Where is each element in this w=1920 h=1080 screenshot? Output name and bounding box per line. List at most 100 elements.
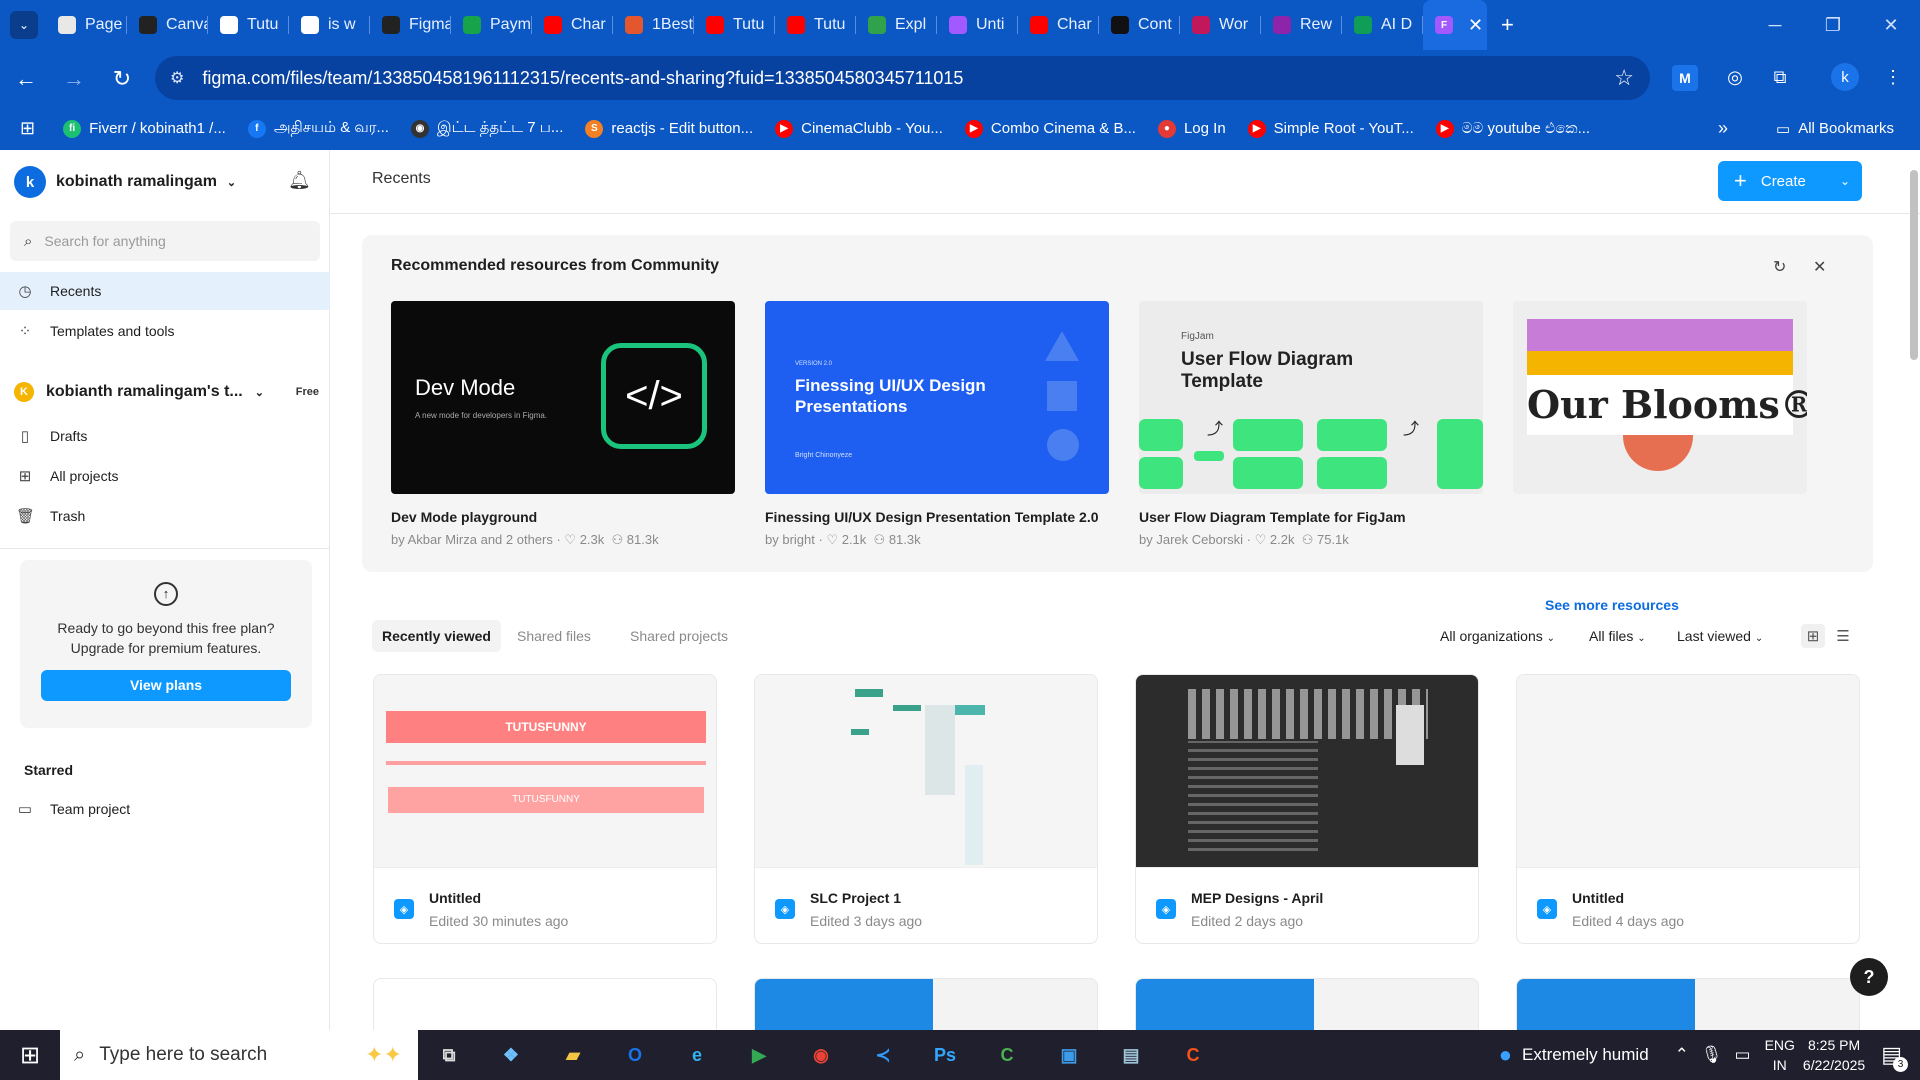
file-card[interactable]: ◈ SLC Project 1 Edited 3 days ago	[754, 674, 1098, 944]
red-app-icon[interactable]: C	[1162, 1030, 1224, 1080]
tab[interactable]: Payment	[451, 0, 532, 50]
bookmark-item[interactable]: ▶ Combo Cinema & B...	[964, 119, 1136, 138]
weather-widget[interactable]: ● Extremely humid	[1499, 1042, 1649, 1068]
all-bookmarks-button[interactable]: ▭ All Bookmarks	[1776, 120, 1894, 138]
tab[interactable]: Figma	[370, 0, 451, 50]
tab[interactable]: Unti	[937, 0, 1018, 50]
tab[interactable]: Page	[46, 0, 127, 50]
notifications-bell-icon[interactable]: 🔔︎	[288, 170, 311, 191]
resource-card[interactable]: FigJam User Flow Diagram Template ⤴ ⤴ Us…	[1139, 301, 1483, 548]
bookmark-item[interactable]: ▶ මම youtube එකෙ...	[1435, 119, 1590, 138]
restore-button[interactable]: ❐	[1804, 0, 1862, 50]
tab-recently-viewed[interactable]: Recently viewed	[372, 620, 501, 652]
tab[interactable]: Tutu	[694, 0, 775, 50]
resource-card[interactable]: Dev Mode A new mode for developers in Fi…	[391, 301, 735, 548]
file-explorer-icon[interactable]: ▰	[542, 1030, 604, 1080]
taskbar-search[interactable]: ⌕ Type here to search ✦✦	[60, 1030, 418, 1080]
tab[interactable]: Canva	[127, 0, 208, 50]
tab[interactable]: Wor	[1180, 0, 1261, 50]
profile-avatar[interactable]: k	[1831, 63, 1859, 91]
bookmark-item[interactable]: ● Log In	[1157, 119, 1226, 138]
scrollbar-thumb[interactable]	[1910, 170, 1918, 360]
file-card[interactable]	[1135, 978, 1479, 1030]
tab[interactable]: Tutu	[775, 0, 856, 50]
team-switcher[interactable]: K kobianth ramalingam's t... ⌄ Free	[14, 382, 319, 402]
play-icon[interactable]: ▶	[728, 1030, 790, 1080]
extension-m-icon[interactable]: M	[1672, 65, 1698, 91]
tab[interactable]: Char	[1018, 0, 1099, 50]
sidebar-item-team-project[interactable]: ▭ Team project	[0, 790, 330, 828]
tab-shared-projects[interactable]: Shared projects	[620, 620, 738, 652]
bookmark-item[interactable]: ◉ இட்ட த்தட்ட 7 ப...	[410, 119, 563, 138]
network-icon[interactable]: ▭	[1735, 1045, 1751, 1065]
search-input[interactable]: ⌕ Search for anything	[10, 221, 320, 261]
microphone-icon[interactable]: 🎙︎	[1701, 1045, 1723, 1065]
filter-sort[interactable]: Last viewed ⌄	[1677, 620, 1763, 652]
apps-grid-icon[interactable]: ⊞	[20, 118, 35, 139]
browser-menu-icon[interactable]: ⋮	[1876, 60, 1910, 94]
close-icon[interactable]: ✕	[1813, 257, 1826, 277]
file-card[interactable]	[1516, 978, 1860, 1030]
bookmarks-overflow-icon[interactable]: »	[1718, 118, 1728, 139]
resource-card[interactable]: Our Blooms®	[1513, 301, 1807, 494]
forward-button[interactable]: →	[52, 57, 96, 101]
file-card[interactable]	[754, 978, 1098, 1030]
reload-button[interactable]: ↻	[100, 57, 144, 101]
scrollbar[interactable]	[1905, 150, 1920, 1030]
bookmark-star-icon[interactable]: ☆	[1614, 65, 1634, 91]
sidebar-item-recents[interactable]: ◷ Recents	[0, 272, 330, 310]
file-card[interactable]: ◈ Untitled Edited 4 days ago	[1516, 674, 1860, 944]
tab-figma-active[interactable]: F ✕	[1423, 0, 1487, 50]
sidebar-item-trash[interactable]: 🗑︎ Trash	[0, 497, 330, 535]
create-button[interactable]: + Create ⌄	[1718, 161, 1862, 201]
outlook-icon[interactable]: O	[604, 1030, 666, 1080]
bookmark-item[interactable]: ▶ CinemaClubb - You...	[775, 119, 943, 138]
refresh-icon[interactable]: ↻	[1773, 257, 1786, 277]
filter-files[interactable]: All files ⌄	[1589, 620, 1646, 652]
resource-card[interactable]: VERSION 2.0 Finessing UI/UX Design Prese…	[765, 301, 1109, 548]
minimize-button[interactable]: ─	[1746, 0, 1804, 50]
edge-icon[interactable]: e	[666, 1030, 728, 1080]
green-app-icon[interactable]: C	[976, 1030, 1038, 1080]
tab[interactable]: Tutu	[208, 0, 289, 50]
chrome-icon[interactable]: ◉	[790, 1030, 852, 1080]
bookmark-item[interactable]: Sreactjs - Edit button...	[585, 119, 753, 138]
notes-app-icon[interactable]: ▤	[1100, 1030, 1162, 1080]
extensions-puzzle-icon[interactable]: ⧉	[1763, 60, 1797, 94]
tab[interactable]: Char	[532, 0, 613, 50]
tab-search-chevron-icon[interactable]: ⌄	[10, 11, 38, 39]
bookmark-item[interactable]: fi Fiverr / kobinath1 /...	[63, 119, 226, 138]
chevron-up-icon[interactable]: ⌃	[1675, 1045, 1689, 1065]
grid-view-icon[interactable]: ⊞	[1801, 624, 1825, 648]
tab[interactable]: Cont	[1099, 0, 1180, 50]
file-card[interactable]: TUTUSFUNNY TUTUSFUNNY ◈ Untitled Edited …	[373, 674, 717, 944]
new-tab-button[interactable]: +	[1501, 12, 1514, 38]
tab-shared-files[interactable]: Shared files	[507, 620, 601, 652]
notifications-icon[interactable]: ▤ 3	[1881, 1042, 1908, 1072]
windows-start-icon[interactable]: ⊞	[0, 1030, 60, 1080]
close-tab-icon[interactable]: ✕	[1468, 15, 1483, 36]
file-card[interactable]: ◈ MEP Designs - April Edited 2 days ago	[1135, 674, 1479, 944]
photoshop-icon[interactable]: Ps	[914, 1030, 976, 1080]
user-menu[interactable]: k kobinath ramalingam ⌄	[14, 166, 236, 198]
bookmark-item[interactable]: ▶ Simple Root - YouT...	[1247, 119, 1414, 138]
bookmark-item[interactable]: f அதிசயம் & வர...	[247, 119, 389, 138]
language-indicator[interactable]: ENG IN	[1765, 1035, 1795, 1075]
filter-organizations[interactable]: All organizations ⌄	[1440, 620, 1555, 652]
sidebar-item-templates[interactable]: ⁘ Templates and tools	[0, 312, 330, 350]
help-button[interactable]: ?	[1850, 958, 1888, 996]
see-more-resources-link[interactable]: See more resources	[1545, 597, 1679, 613]
video-app-icon[interactable]: ▣	[1038, 1030, 1100, 1080]
tab[interactable]: AI D	[1342, 0, 1423, 50]
vscode-icon[interactable]: ≺	[852, 1030, 914, 1080]
copilot-icon[interactable]: ❖	[480, 1030, 542, 1080]
tab[interactable]: is w	[289, 0, 370, 50]
extension-compass-icon[interactable]: ◎	[1718, 60, 1752, 94]
site-settings-icon[interactable]: ⚙	[170, 68, 184, 88]
tab[interactable]: Rew	[1261, 0, 1342, 50]
clock[interactable]: 8:25 PM 6/22/2025	[1803, 1035, 1865, 1075]
list-view-icon[interactable]: ☰	[1831, 624, 1855, 648]
task-view-icon[interactable]: ⧉	[418, 1030, 480, 1080]
url-field[interactable]: ⚙ figma.com/files/team/13385045819611123…	[155, 56, 1650, 100]
tab[interactable]: 1Best	[613, 0, 694, 50]
